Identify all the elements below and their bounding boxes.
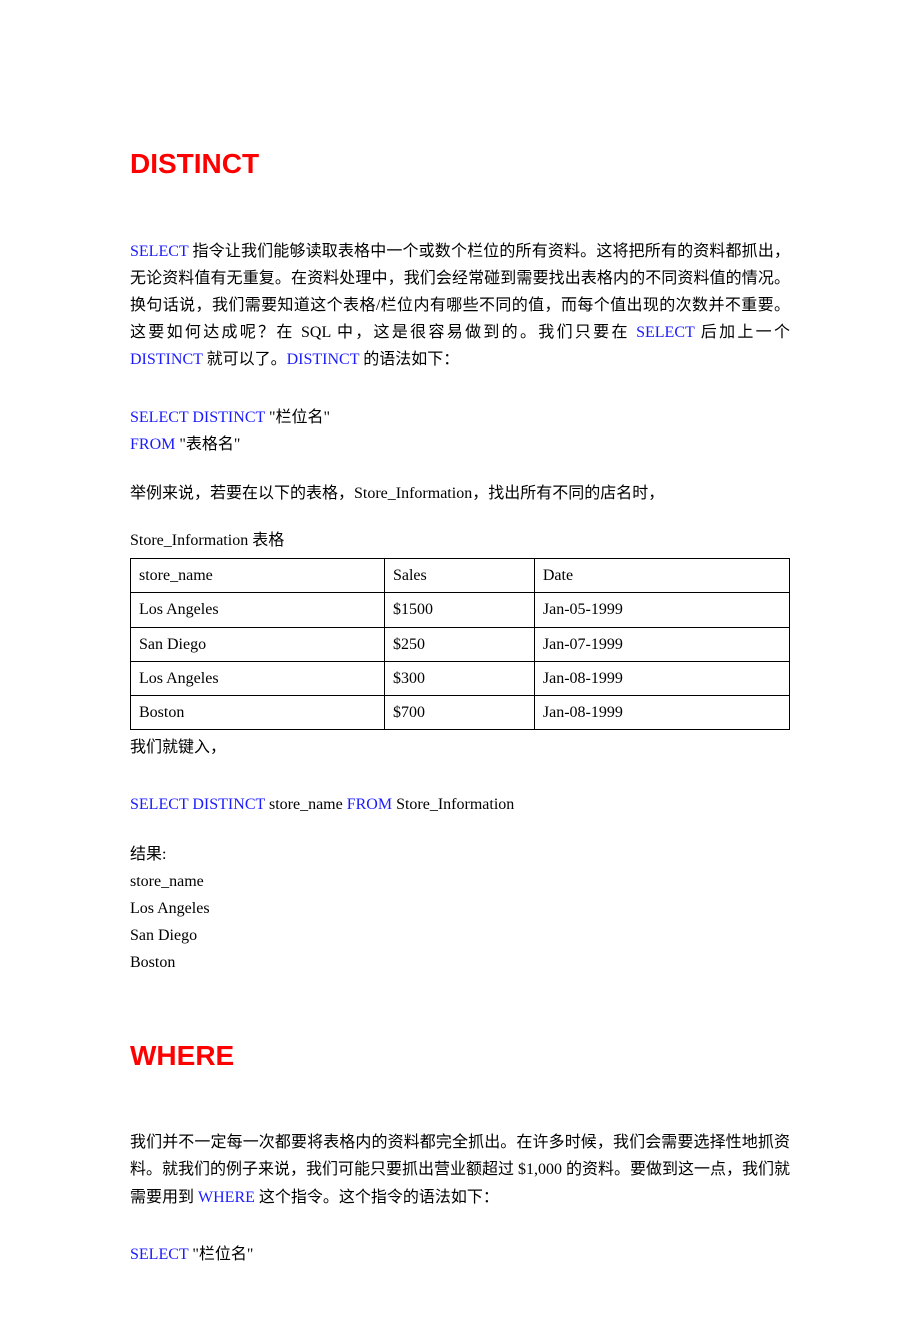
text: store_name (265, 796, 347, 813)
text: Store_Information (392, 796, 514, 813)
result-row: Boston (130, 949, 790, 976)
keyword-where: WHERE (198, 1189, 255, 1206)
table-row: Los Angeles $300 Jan-08-1999 (131, 661, 790, 695)
keyword-select: SELECT (130, 243, 188, 260)
keyword-distinct: DISTINCT (287, 351, 360, 368)
keyword-from: FROM (130, 436, 175, 453)
keyword-distinct: DISTINCT (130, 351, 203, 368)
table-cell: Jan-08-1999 (534, 696, 789, 730)
text: "栏位名" (265, 409, 330, 426)
keyword-select: SELECT (130, 1246, 188, 1263)
text: "栏位名" (188, 1246, 253, 1263)
heading-distinct: DISTINCT (130, 140, 790, 188)
document-page: DISTINCT SELECT 指令让我们能够读取表格中一个或数个栏位的所有资料… (0, 0, 920, 1328)
keyword-from: FROM (347, 796, 392, 813)
table-cell: $300 (384, 661, 534, 695)
syntax-line-1: SELECT DISTINCT "栏位名" (130, 404, 790, 431)
text: 后加上一个 (694, 324, 790, 341)
text: 这个指令。这个指令的语法如下： (255, 1189, 499, 1206)
table-cell: $700 (384, 696, 534, 730)
table-cell: Boston (131, 696, 385, 730)
text: "表格名" (175, 436, 240, 453)
table-header-cell: Date (534, 559, 789, 593)
keyword-select: SELECT (636, 324, 694, 341)
table-cell: Los Angeles (131, 661, 385, 695)
keyword-select-distinct: SELECT DISTINCT (130, 796, 265, 813)
keyword-select-distinct: SELECT DISTINCT (130, 409, 265, 426)
after-table-text: 我们就键入， (130, 734, 790, 761)
table-cell: San Diego (131, 627, 385, 661)
table-cell: Los Angeles (131, 593, 385, 627)
example-intro: 举例来说，若要在以下的表格，Store_Information，找出所有不同的店… (130, 480, 790, 507)
result-row: San Diego (130, 922, 790, 949)
table-row: San Diego $250 Jan-07-1999 (131, 627, 790, 661)
table-cell: Jan-08-1999 (534, 661, 789, 695)
table-header-cell: store_name (131, 559, 385, 593)
table-cell: $1500 (384, 593, 534, 627)
query-line: SELECT DISTINCT store_name FROM Store_In… (130, 791, 790, 818)
table-cell: $250 (384, 627, 534, 661)
table-header-row: store_name Sales Date (131, 559, 790, 593)
result-block: 结果: store_name Los Angeles San Diego Bos… (130, 841, 790, 977)
table-caption: Store_Information 表格 (130, 527, 790, 554)
store-information-table: store_name Sales Date Los Angeles $1500 … (130, 558, 790, 730)
syntax-line-2: FROM "表格名" (130, 431, 790, 458)
table-row: Boston $700 Jan-08-1999 (131, 696, 790, 730)
where-syntax-line-1: SELECT "栏位名" (130, 1241, 790, 1268)
table-cell: Jan-07-1999 (534, 627, 789, 661)
distinct-intro-paragraph: SELECT 指令让我们能够读取表格中一个或数个栏位的所有资料。这将把所有的资料… (130, 238, 790, 374)
table-row: Los Angeles $1500 Jan-05-1999 (131, 593, 790, 627)
result-row: Los Angeles (130, 895, 790, 922)
table-header-cell: Sales (384, 559, 534, 593)
where-intro-paragraph: 我们并不一定每一次都要将表格内的资料都完全抓出。在许多时候，我们会需要选择性地抓… (130, 1129, 790, 1211)
result-header: store_name (130, 868, 790, 895)
table-cell: Jan-05-1999 (534, 593, 789, 627)
text: 就可以了。 (203, 351, 287, 368)
syntax-block: SELECT DISTINCT "栏位名" FROM "表格名" (130, 404, 790, 458)
result-label: 结果: (130, 841, 790, 868)
heading-where: WHERE (130, 1032, 790, 1080)
text: 的语法如下： (359, 351, 459, 368)
